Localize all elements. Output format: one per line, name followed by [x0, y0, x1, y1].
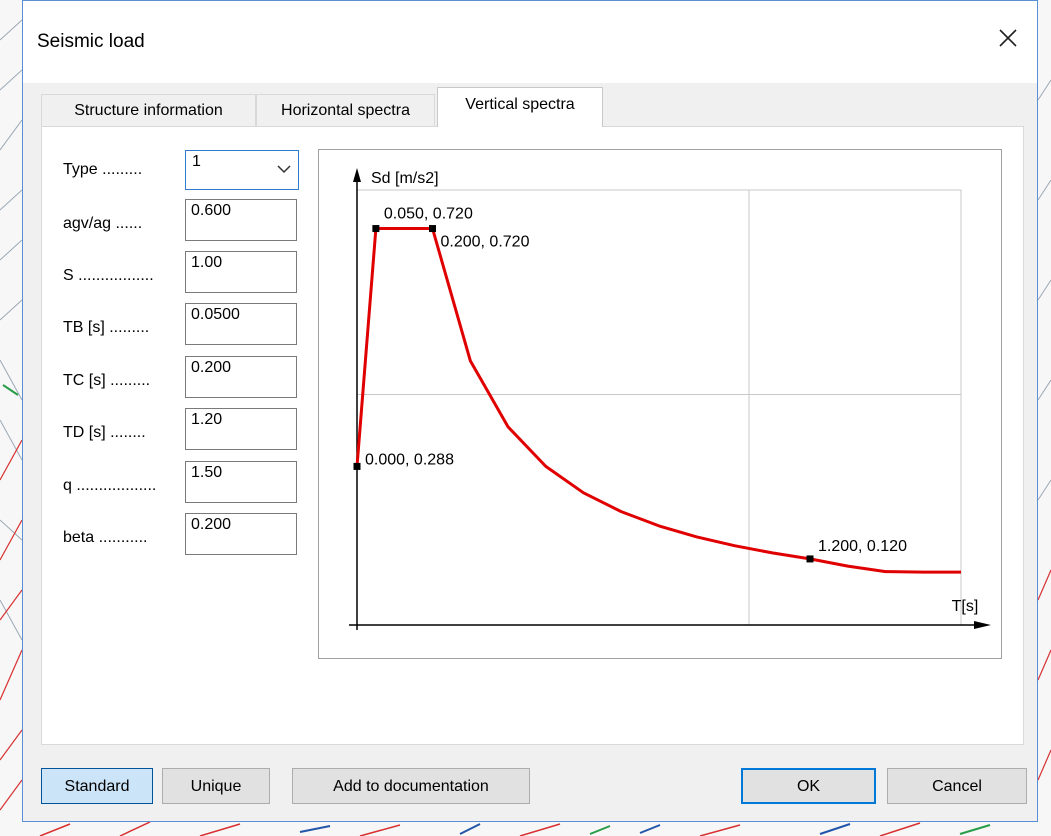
unique-button[interactable]: Unique: [162, 768, 270, 804]
data-point-label: 1.200, 0.120: [818, 538, 907, 555]
data-point-label: 0.200, 0.720: [441, 234, 530, 251]
data-point-marker: [353, 462, 361, 470]
type-value: 1: [192, 153, 201, 170]
data-point-marker: [372, 225, 380, 233]
spectrum-chart-svg: Sd [m/s2] T[s] 0.000, 0.288 0.050, 0.720 0.2…: [349, 168, 991, 630]
cancel-button-label: Cancel: [932, 778, 982, 795]
background-drawing-right: [1038, 0, 1051, 836]
dialog-title: Seismic load: [37, 31, 145, 52]
add-to-documentation-button[interactable]: Add to documentation: [292, 768, 530, 804]
standard-button-label: Standard: [64, 778, 130, 795]
tc-label: TC [s] .........: [63, 372, 151, 389]
chevron-down-icon: [276, 161, 292, 175]
standard-button[interactable]: Standard: [41, 768, 153, 804]
q-label: q ..................: [63, 477, 157, 494]
ok-button-label: OK: [796, 778, 821, 795]
data-point-label: 0.050, 0.720: [384, 206, 473, 223]
beta-input[interactable]: [185, 513, 297, 555]
td-label: TD [s] ........: [63, 424, 146, 441]
tab-horizontal-spectra[interactable]: Horizontal spectra: [256, 94, 435, 126]
x-axis-label: T[s]: [952, 598, 979, 615]
tb-label: TB [s] .........: [63, 319, 150, 336]
tab-vertical-spectra[interactable]: Vertical spectra: [437, 87, 603, 127]
td-input[interactable]: [185, 408, 297, 450]
add-to-documentation-label: Add to documentation: [333, 778, 489, 795]
data-point-marker: [429, 225, 436, 233]
tab-label: Vertical spectra: [465, 96, 575, 113]
background-drawing-left: [0, 0, 22, 836]
title-bar: Seismic load: [23, 1, 1037, 83]
tc-input[interactable]: [185, 356, 297, 398]
seismic-load-dialog: Seismic load Structure information Horiz…: [22, 0, 1038, 822]
tab-structure-information[interactable]: Structure information: [41, 94, 256, 126]
unique-button-label: Unique: [190, 778, 242, 795]
y-axis-arrow-icon: [353, 168, 361, 182]
beta-label: beta ...........: [63, 529, 148, 546]
grid-frame: [356, 189, 962, 626]
type-select[interactable]: 1: [185, 150, 299, 190]
background-drawing-bottom: [0, 822, 1051, 836]
agv-ag-input[interactable]: [185, 199, 297, 241]
tab-label: Horizontal spectra: [281, 102, 410, 119]
s-label: S .................: [63, 267, 154, 284]
spectrum-chart: Sd [m/s2] T[s] 0.000, 0.288 0.050, 0.720 0.2…: [318, 149, 1002, 659]
cancel-button[interactable]: Cancel: [887, 768, 1027, 804]
y-axis-label: Sd [m/s2]: [371, 170, 439, 187]
spectrum-series-line: [355, 227, 961, 574]
data-point-label: 0.000, 0.288: [365, 451, 454, 468]
q-input[interactable]: [185, 461, 297, 503]
agv-ag-label: agv/ag ......: [63, 215, 143, 232]
tab-label: Structure information: [74, 102, 223, 119]
close-icon[interactable]: [993, 23, 1023, 53]
ok-button[interactable]: OK: [741, 768, 876, 804]
type-label: Type .........: [63, 161, 143, 178]
data-point-marker: [806, 555, 814, 563]
s-input[interactable]: [185, 251, 297, 293]
tb-input[interactable]: [185, 303, 297, 345]
x-axis-arrow-icon: [974, 621, 991, 629]
